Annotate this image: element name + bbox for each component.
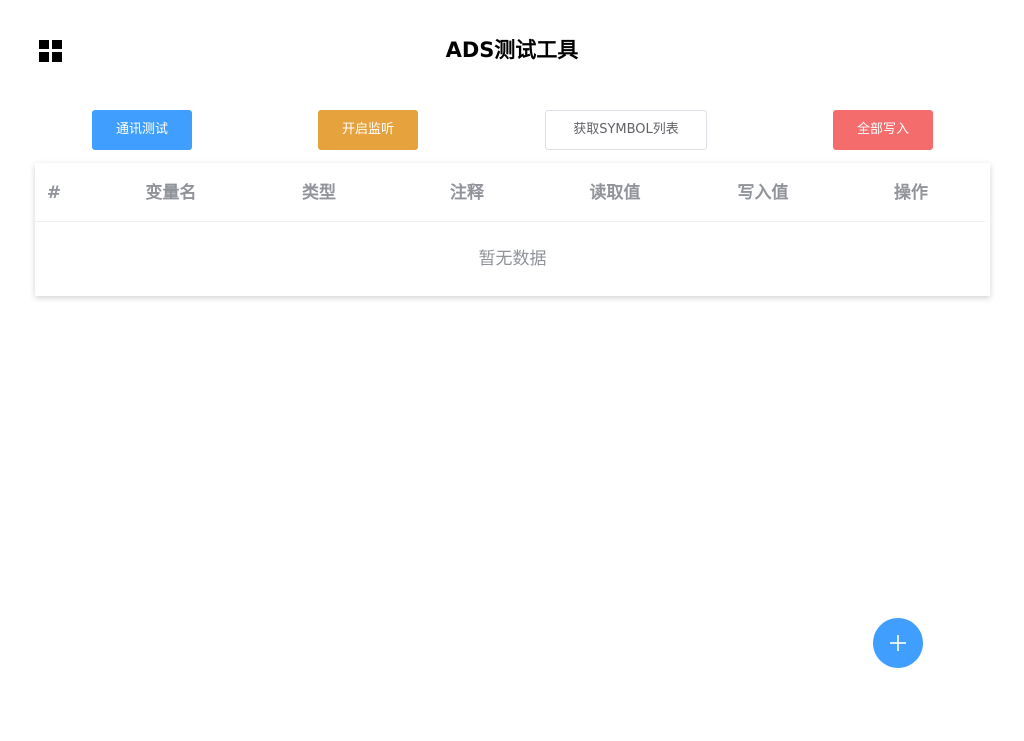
- variables-table: # 变量名 类型 注释 读取值 写入值 操作 暂无数据: [35, 163, 990, 296]
- table-empty-text: 暂无数据: [478, 249, 547, 269]
- get-symbol-list-button[interactable]: 获取SYMBOL列表: [545, 110, 707, 150]
- column-header-write-value: 写入值: [737, 183, 789, 203]
- write-all-button[interactable]: 全部写入: [833, 110, 933, 150]
- column-header-operations: 操作: [894, 183, 928, 203]
- table-header: # 变量名 类型 注释 读取值 写入值 操作: [35, 163, 985, 222]
- column-header-variable-name: 变量名: [145, 183, 197, 203]
- page-title: ADS测试工具: [445, 38, 579, 62]
- add-variable-button[interactable]: [873, 618, 923, 668]
- column-header-read-value: 读取值: [589, 183, 641, 203]
- column-header-type: 类型: [302, 183, 336, 203]
- column-header-comment: 注释: [450, 183, 484, 203]
- column-header-index: #: [46, 183, 62, 203]
- comm-test-button[interactable]: 通讯测试: [92, 110, 192, 150]
- ads-test-page: ADS测试工具 通讯测试 开启监听 获取SYMBOL列表 全部写入 # 变量名 …: [0, 0, 1024, 741]
- plus-icon: [890, 635, 906, 651]
- start-monitor-button[interactable]: 开启监听: [318, 110, 418, 150]
